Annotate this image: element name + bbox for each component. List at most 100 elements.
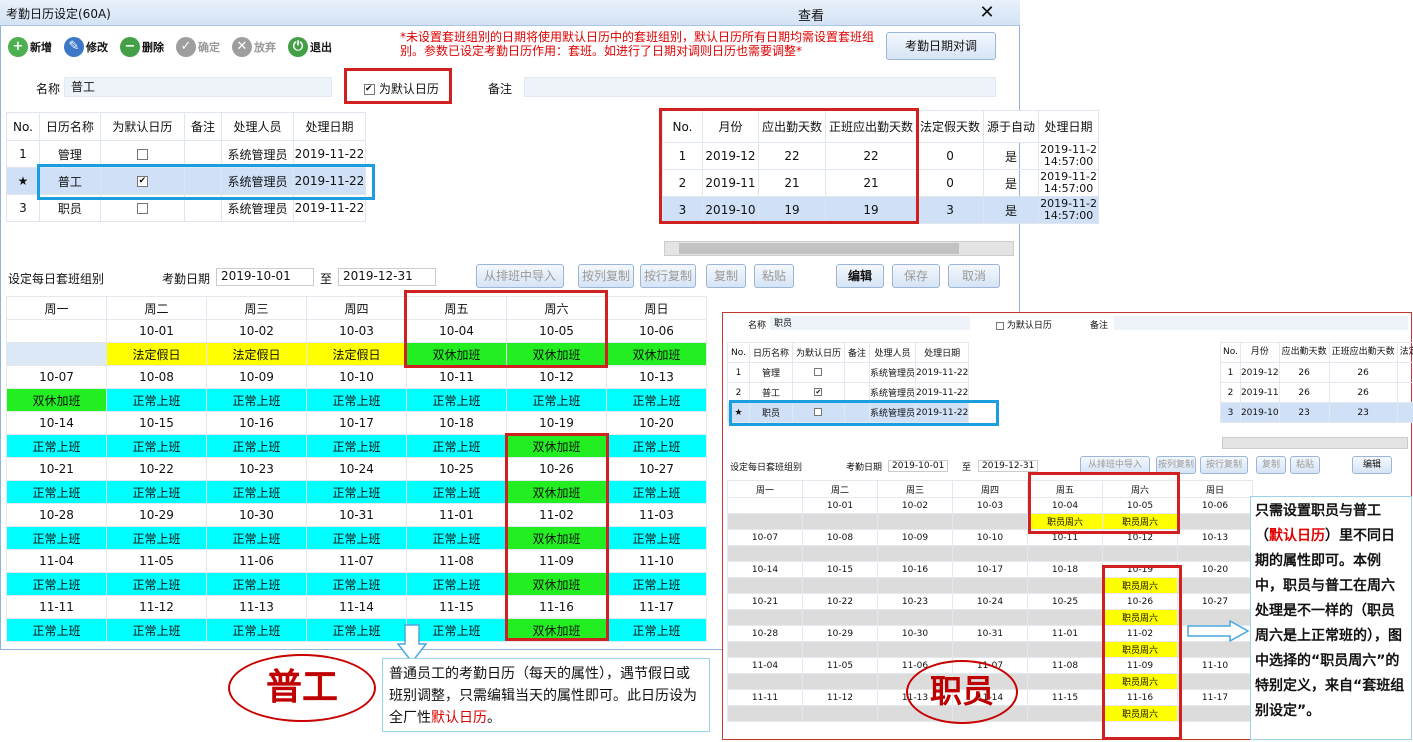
staff-date-cell[interactable]: 10-17 [952, 561, 1028, 578]
shift-cell[interactable]: 正常上班 [306, 388, 407, 412]
shift-cell[interactable]: 正常上班 [406, 572, 507, 596]
staff-shift-cell[interactable] [1027, 545, 1103, 562]
staff-shift-cell[interactable] [952, 577, 1028, 594]
staff-shift-cell[interactable] [802, 513, 878, 530]
staff-shift-cell[interactable] [727, 673, 803, 690]
shift-cell[interactable]: 正常上班 [6, 572, 107, 596]
staff-shift-cell[interactable] [1102, 545, 1178, 562]
date-cell[interactable]: 10-09 [206, 365, 307, 389]
default-check[interactable]: ✔ [814, 388, 823, 396]
date-cell[interactable]: 11-05 [106, 549, 207, 573]
date-cell[interactable]: 10-06 [606, 319, 707, 343]
staff-date-cell[interactable]: 11-08 [1027, 657, 1103, 674]
staff-shift-cell[interactable] [1177, 513, 1253, 530]
staff-date-cell[interactable]: 11-01 [1027, 625, 1103, 642]
shift-cell[interactable]: 正常上班 [306, 572, 407, 596]
month-col-header[interactable]: 处理日期 [1038, 110, 1100, 143]
staff-shift-cell[interactable] [1177, 641, 1253, 658]
date-cell[interactable]: 10-18 [406, 411, 507, 435]
staff-shift-cell[interactable] [802, 577, 878, 594]
staff-month-header[interactable]: 月份 [1239, 342, 1280, 363]
staff-shift-cell[interactable] [802, 609, 878, 626]
schedule-button[interactable]: 保存 [892, 264, 940, 288]
date-cell[interactable]: 11-03 [606, 503, 707, 527]
schedule-button[interactable]: 取消 [948, 264, 1000, 288]
shift-cell[interactable]: 正常上班 [606, 526, 707, 550]
staff-shift-cell[interactable] [952, 513, 1028, 530]
date-cell[interactable]: 10-03 [306, 319, 407, 343]
shift-cell[interactable]: 正常上班 [106, 388, 207, 412]
close-icon[interactable]: ✕ [976, 2, 998, 23]
staff-date-cell[interactable]: 10-28 [727, 625, 803, 642]
shift-cell[interactable]: 正常上班 [306, 526, 407, 550]
date-cell[interactable]: 11-08 [406, 549, 507, 573]
staff-date-cell[interactable]: 10-06 [1177, 497, 1253, 514]
date-cell[interactable]: 11-07 [306, 549, 407, 573]
date-cell[interactable]: 10-25 [406, 457, 507, 481]
date-cell[interactable]: 11-15 [406, 595, 507, 619]
shift-cell[interactable]: 正常上班 [206, 618, 307, 642]
toolbar-cancel-button[interactable]: ✕ 放弃 [232, 37, 276, 57]
shift-cell[interactable]: 正常上班 [306, 618, 407, 642]
staff-table-row[interactable]: 1 管理 系统管理员 2019-11-22 [727, 362, 970, 383]
date-cell[interactable]: 10-15 [106, 411, 207, 435]
date-cell[interactable]: 11-04 [6, 549, 107, 573]
date-cell[interactable]: 11-13 [206, 595, 307, 619]
horizontal-scrollbar[interactable] [664, 241, 1014, 256]
col-header[interactable]: 处理人员 [220, 112, 294, 141]
date-cell[interactable]: 10-01 [106, 319, 207, 343]
date-cell[interactable]: 10-22 [106, 457, 207, 481]
staff-date-cell[interactable]: 10-27 [1177, 593, 1253, 610]
date-cell[interactable]: 10-02 [206, 319, 307, 343]
note-input[interactable] [524, 77, 996, 97]
shift-cell[interactable]: 正常上班 [6, 434, 107, 458]
staff-shift-cell[interactable] [877, 641, 953, 658]
date-cell[interactable]: 10-08 [106, 365, 207, 389]
staff-date-cell[interactable]: 10-24 [952, 593, 1028, 610]
from-date-picker[interactable]: 2019-10-01 [216, 268, 314, 286]
staff-shift-cell[interactable] [952, 609, 1028, 626]
staff-date-cell[interactable]: 10-08 [802, 529, 878, 546]
date-cell[interactable]: 11-12 [106, 595, 207, 619]
shift-cell[interactable]: 正常上班 [406, 526, 507, 550]
date-cell[interactable]: 10-07 [6, 365, 107, 389]
to-date-picker[interactable]: 2019-12-31 [338, 268, 436, 286]
staff-date-cell[interactable]: 10-14 [727, 561, 803, 578]
staff-date-cell[interactable]: 11-10 [1177, 657, 1253, 674]
staff-date-cell[interactable]: 11-17 [1177, 689, 1253, 706]
staff-date-cell[interactable]: 10-25 [1027, 593, 1103, 610]
shift-cell[interactable]: 法定假日 [106, 342, 207, 366]
schedule-button[interactable]: 编辑 [836, 264, 884, 288]
staff-shift-cell[interactable] [1177, 705, 1253, 722]
toolbar-pen-button[interactable]: ✎ 修改 [64, 37, 108, 57]
staff-date-cell[interactable]: 10-01 [802, 497, 878, 514]
staff-schedule-button[interactable]: 粘贴 [1290, 456, 1320, 474]
staff-month-row[interactable]: 32019-1023233 [1220, 402, 1413, 423]
staff-shift-cell[interactable] [1027, 609, 1103, 626]
col-header[interactable]: 处理日期 [292, 112, 366, 141]
staff-shift-cell[interactable] [802, 705, 878, 722]
staff-date-cell[interactable]: 10-03 [952, 497, 1028, 514]
date-cell[interactable]: 10-30 [206, 503, 307, 527]
schedule-button[interactable]: 按列复制 [578, 264, 634, 288]
toolbar-check-button[interactable]: ✓ 确定 [176, 37, 220, 57]
staff-month-row[interactable]: 22019-1126260 [1220, 382, 1413, 403]
staff-date-cell[interactable]: 11-15 [1027, 689, 1103, 706]
schedule-button[interactable]: 从排班中导入 [476, 264, 564, 288]
date-cell[interactable]: 10-10 [306, 365, 407, 389]
default-check[interactable] [814, 368, 823, 376]
toolbar-plus-button[interactable]: + 新增 [8, 37, 52, 57]
date-cell[interactable]: 10-27 [606, 457, 707, 481]
shift-cell[interactable]: 正常上班 [306, 480, 407, 504]
shift-cell[interactable]: 正常上班 [106, 480, 207, 504]
date-cell[interactable]: 10-29 [106, 503, 207, 527]
default-check[interactable] [136, 203, 148, 214]
shift-cell[interactable]: 法定假日 [206, 342, 307, 366]
staff-date-cell[interactable]: 10-07 [727, 529, 803, 546]
shift-cell[interactable]: 正常上班 [506, 388, 607, 412]
shift-cell[interactable]: 正常上班 [106, 618, 207, 642]
staff-month-row[interactable]: 12019-1226260 [1220, 362, 1413, 383]
shift-cell[interactable]: 正常上班 [406, 480, 507, 504]
staff-shift-cell[interactable] [802, 545, 878, 562]
date-cell[interactable]: 10-14 [6, 411, 107, 435]
